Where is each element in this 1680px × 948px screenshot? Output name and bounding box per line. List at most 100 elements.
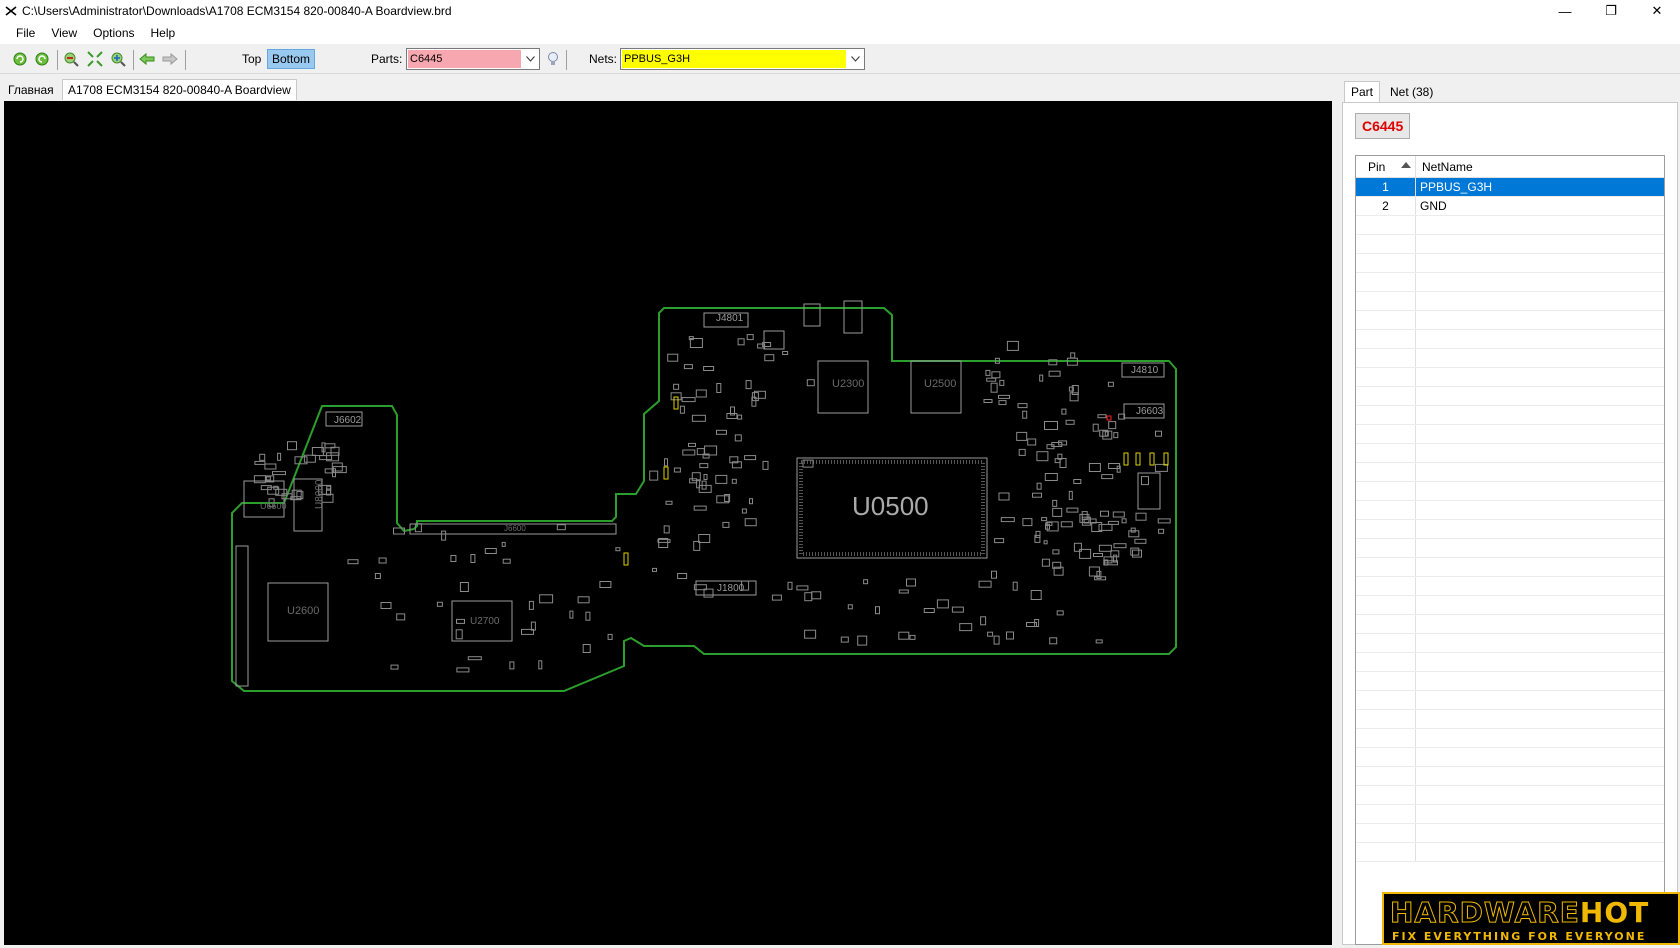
smd-component[interactable] [1022, 518, 1033, 527]
smd-component[interactable] [693, 505, 707, 511]
smd-component[interactable] [1093, 553, 1103, 557]
smd-component[interactable] [1043, 540, 1048, 545]
net-ppbus-g3h-part[interactable] [623, 552, 629, 566]
smd-component[interactable] [441, 530, 447, 541]
smd-component[interactable] [782, 351, 789, 355]
smd-component[interactable] [951, 606, 964, 613]
smd-component[interactable] [259, 453, 266, 461]
tab-boardview[interactable]: A1708 ECM3154 820-00840-A Boardview [62, 79, 297, 100]
smd-component[interactable] [470, 554, 476, 563]
smd-component[interactable] [1098, 544, 1112, 552]
smd-component[interactable] [1132, 549, 1142, 558]
smd-component[interactable] [764, 354, 775, 362]
smd-component[interactable] [1044, 421, 1058, 430]
back-arrow-icon[interactable] [139, 51, 155, 67]
board-drawing[interactable]: U0500 J4801 J6602 J4810 J6603 J1800 U230… [4, 101, 1332, 945]
smd-component[interactable] [746, 334, 754, 341]
smd-component[interactable] [265, 476, 271, 481]
smd-component[interactable] [1056, 610, 1064, 616]
smd-component[interactable] [1113, 432, 1119, 439]
smd-component[interactable] [762, 460, 769, 470]
smd-component[interactable] [1012, 581, 1018, 591]
smd-component[interactable] [1101, 474, 1114, 480]
smd-component[interactable] [303, 454, 316, 463]
smd-component[interactable] [990, 382, 998, 393]
smd-component[interactable] [277, 452, 282, 461]
smd-component[interactable] [272, 471, 286, 476]
smd-component[interactable] [615, 547, 621, 552]
smd-component[interactable] [1041, 517, 1048, 522]
bulb-icon[interactable] [545, 51, 561, 67]
smd-component[interactable] [450, 555, 457, 562]
smd-component[interactable] [857, 635, 868, 646]
smd-component[interactable] [726, 413, 738, 419]
smd-component[interactable] [1018, 448, 1026, 456]
smd-component[interactable] [396, 613, 406, 621]
smd-component[interactable] [1135, 512, 1147, 521]
smd-component[interactable] [1060, 521, 1073, 528]
smd-component[interactable] [267, 486, 280, 495]
smd-component[interactable] [998, 400, 1007, 406]
smd-component[interactable] [1100, 510, 1109, 517]
smd-component[interactable] [664, 458, 668, 467]
smd-component[interactable] [804, 629, 817, 639]
smd-component[interactable] [347, 559, 359, 565]
smd-component[interactable] [909, 634, 916, 640]
smd-component[interactable] [673, 467, 681, 473]
restore-icon[interactable]: ❐ [1588, 0, 1634, 22]
tab-part[interactable]: Part [1344, 81, 1381, 102]
smd-component[interactable] [980, 616, 987, 626]
smd-component[interactable] [688, 442, 696, 447]
smd-component[interactable] [1158, 528, 1165, 534]
nets-combo[interactable]: PPBUS_G3H [620, 48, 865, 70]
smd-component[interactable] [1006, 340, 1019, 351]
smd-component[interactable] [1068, 490, 1073, 500]
smd-component[interactable] [539, 594, 554, 604]
smd-component[interactable] [703, 588, 714, 598]
smd-component[interactable] [811, 591, 822, 600]
smd-component[interactable] [390, 664, 399, 670]
smd-component[interactable] [1052, 549, 1060, 555]
table-row[interactable]: 1 PPBUS_G3H [1356, 178, 1664, 197]
smd-component[interactable] [699, 463, 709, 469]
smd-component[interactable] [787, 581, 793, 590]
zoom-in-icon[interactable] [110, 51, 126, 67]
smd-component[interactable] [1044, 473, 1058, 481]
smd-component[interactable] [1155, 430, 1162, 437]
smd-component[interactable] [998, 394, 1010, 399]
smd-component[interactable] [796, 585, 809, 591]
smd-component[interactable] [319, 455, 333, 461]
smd-component[interactable] [744, 518, 757, 527]
smd-component[interactable] [254, 460, 266, 465]
smd-component[interactable] [1104, 431, 1109, 437]
smd-component[interactable] [847, 604, 853, 610]
smd-component[interactable] [665, 500, 673, 505]
smd-component[interactable] [936, 599, 949, 609]
smd-component[interactable] [716, 383, 722, 393]
smd-component[interactable] [898, 589, 909, 594]
smd-component[interactable] [467, 656, 482, 661]
smd-component[interactable] [1027, 438, 1037, 446]
smd-component[interactable] [670, 392, 682, 401]
smd-component[interactable] [1108, 421, 1117, 430]
smd-component[interactable] [556, 524, 566, 531]
smd-component[interactable] [679, 405, 685, 414]
smd-component[interactable] [985, 369, 991, 376]
smd-component[interactable] [840, 636, 849, 643]
connector-edge[interactable] [235, 545, 249, 687]
smd-component[interactable] [993, 635, 1000, 645]
smd-component[interactable] [695, 389, 707, 398]
menu-file[interactable]: File [8, 24, 43, 42]
smd-component[interactable] [1112, 511, 1125, 518]
smd-component[interactable] [983, 399, 993, 403]
component[interactable] [843, 300, 863, 334]
smd-component[interactable] [991, 371, 1001, 379]
smd-component[interactable] [1049, 637, 1058, 645]
smd-component[interactable] [330, 446, 340, 456]
col-netname-header[interactable]: NetName [1416, 156, 1664, 177]
smd-component[interactable] [804, 592, 813, 602]
smd-component[interactable] [1048, 370, 1061, 377]
parts-combo[interactable]: C6445 [406, 48, 540, 70]
chevron-down-icon[interactable] [847, 49, 864, 69]
menu-options[interactable]: Options [85, 24, 142, 42]
